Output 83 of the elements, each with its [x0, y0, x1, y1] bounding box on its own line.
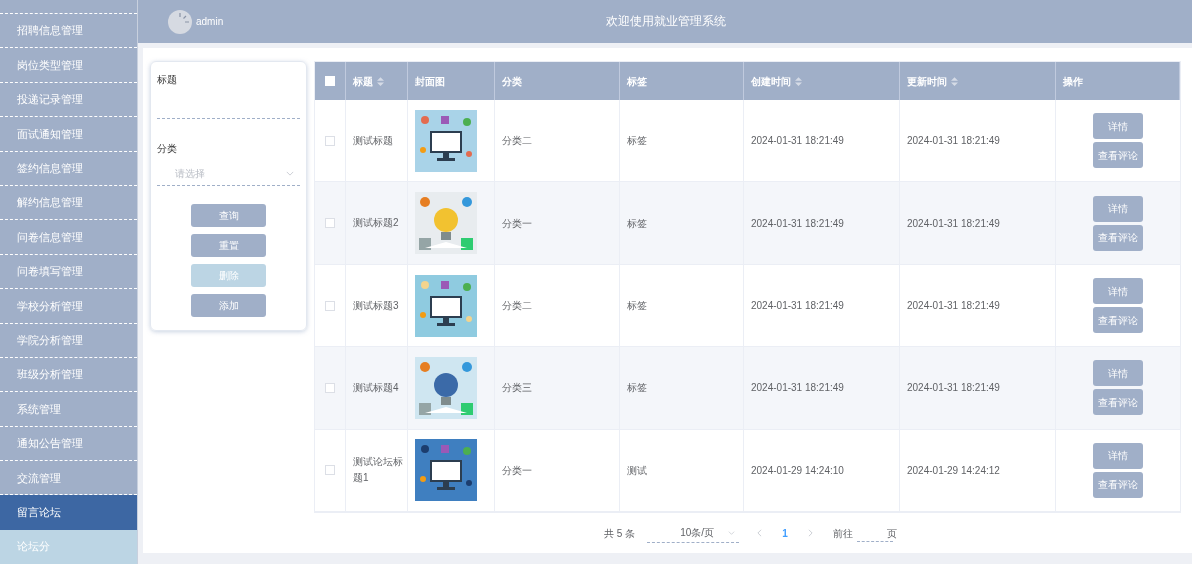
table-cell-text: 标签: [627, 216, 647, 231]
action-button[interactable]: 重置: [191, 234, 266, 258]
sidebar-item[interactable]: 投递记录管理: [0, 82, 137, 118]
sidebar-item[interactable]: 留言论坛: [0, 495, 137, 530]
field-label: 分类: [157, 142, 178, 157]
column-header: 封面图: [415, 74, 445, 89]
checkbox[interactable]: [325, 300, 335, 311]
table-cell-text: 测试标题3: [353, 298, 399, 313]
page-suffix: 页: [886, 526, 897, 541]
row-action-button[interactable]: 查看评论: [1093, 224, 1143, 251]
row-action-button[interactable]: 查看评论: [1093, 307, 1143, 333]
table-cell-text: 标签: [627, 381, 647, 396]
chevron-down-icon: [728, 530, 736, 535]
table-cell-text: 标签: [627, 134, 647, 149]
table-cell-text: 测试论坛标题1: [353, 455, 403, 486]
sidebar-item[interactable]: 通知公告管理: [0, 426, 137, 462]
username: admin: [196, 15, 224, 29]
row-action-button[interactable]: 详情: [1093, 360, 1143, 387]
sidebar-item[interactable]: 解约信息管理: [0, 185, 137, 221]
field-label: 标题: [157, 73, 178, 88]
table-cell-text: 2024-01-29 14:24:12: [907, 463, 1000, 478]
sidebar-item[interactable]: 面试通知管理: [0, 117, 137, 152]
select-field[interactable]: 请选择: [157, 162, 300, 187]
table-cell-text: 分类三: [502, 381, 532, 396]
table-cell-text: 测试标题4: [353, 380, 399, 395]
checkbox[interactable]: [325, 465, 335, 476]
table-cell-text: 测试: [627, 463, 647, 478]
page-title: 欢迎使用就业管理系统: [606, 13, 726, 30]
previous-page-icon[interactable]: [757, 529, 763, 537]
sort-icon[interactable]: [951, 76, 958, 86]
sidebar-item[interactable]: 签约信息管理: [0, 151, 137, 186]
checkbox[interactable]: [325, 135, 335, 146]
table-cell-text: 2024-01-31 18:21:49: [907, 299, 1000, 313]
table-cell-text: 2024-01-31 18:21:49: [751, 299, 844, 313]
table-cell-text: 分类一: [502, 216, 532, 231]
sidebar-item[interactable]: 班级分析管理: [0, 357, 137, 393]
sidebar-subitem[interactable]: 论坛分: [0, 529, 137, 564]
column-header: 标签: [627, 74, 647, 89]
sort-icon[interactable]: [377, 76, 384, 86]
table-cell-text: 测试标题2: [353, 216, 399, 231]
table-cell-text: 分类二: [502, 134, 532, 149]
row-action-button[interactable]: 详情: [1093, 442, 1143, 469]
table-cell-text: 2024-01-31 18:21:49: [907, 381, 1000, 396]
sidebar-item[interactable]: 问卷填写管理: [0, 254, 137, 290]
next-page-icon[interactable]: [807, 529, 813, 537]
page-number[interactable]: 1: [782, 525, 788, 541]
table-cell-text: 2024-01-31 18:21:49: [751, 134, 844, 149]
goto-label: 前往: [832, 526, 853, 541]
total-count: 共 5 条: [604, 526, 636, 541]
sidebar-item[interactable]: 问卷信息管理: [0, 220, 137, 255]
column-header: 创建时间: [751, 74, 791, 89]
sort-icon[interactable]: [795, 76, 802, 86]
table-cell-text: 2024-01-31 18:21:49: [907, 216, 1000, 231]
column-header: 更新时间: [907, 74, 947, 89]
row-action-button[interactable]: 详情: [1093, 195, 1143, 222]
row-action-button[interactable]: 查看评论: [1093, 471, 1143, 498]
page-size-select[interactable]: 10条/页: [647, 523, 740, 543]
row-action-button[interactable]: 查看评论: [1093, 389, 1143, 416]
table-cell-text: 分类二: [502, 299, 532, 313]
table-cell-text: 2024-01-31 18:21:49: [907, 134, 1000, 149]
row-action-button[interactable]: 查看评论: [1093, 142, 1143, 169]
sidebar-item[interactable]: 学院分析管理: [0, 323, 137, 358]
table-cell-text: 标签: [627, 299, 647, 313]
row-action-button[interactable]: 详情: [1093, 113, 1143, 140]
checkbox[interactable]: [325, 218, 335, 229]
column-header: 分类: [502, 74, 522, 89]
row-action-button[interactable]: 详情: [1093, 278, 1143, 304]
chevron-down-icon: [286, 171, 294, 177]
table-cell-text: 2024-01-31 18:21:49: [751, 216, 844, 231]
column-header: 操作: [1063, 74, 1083, 89]
table-cell-text: 测试标题: [353, 133, 393, 148]
sidebar-item[interactable]: 招聘信息管理: [0, 14, 137, 49]
table-cell-text: 分类一: [502, 463, 532, 478]
sidebar-item[interactable]: 岗位类型管理: [0, 48, 137, 83]
sidebar-item[interactable]: 系统管理: [0, 392, 137, 427]
avatar-icon: [168, 9, 192, 34]
action-button[interactable]: 添加: [191, 294, 266, 318]
table-cell-text: 2024-01-31 18:21:49: [751, 381, 844, 396]
table-cell-text: 2024-01-29 14:24:10: [751, 463, 844, 478]
sidebar-item[interactable]: 学校分析管理: [0, 289, 137, 324]
column-header: 标题: [353, 74, 373, 89]
checkbox[interactable]: [325, 382, 335, 393]
action-button[interactable]: 查询: [191, 204, 266, 228]
